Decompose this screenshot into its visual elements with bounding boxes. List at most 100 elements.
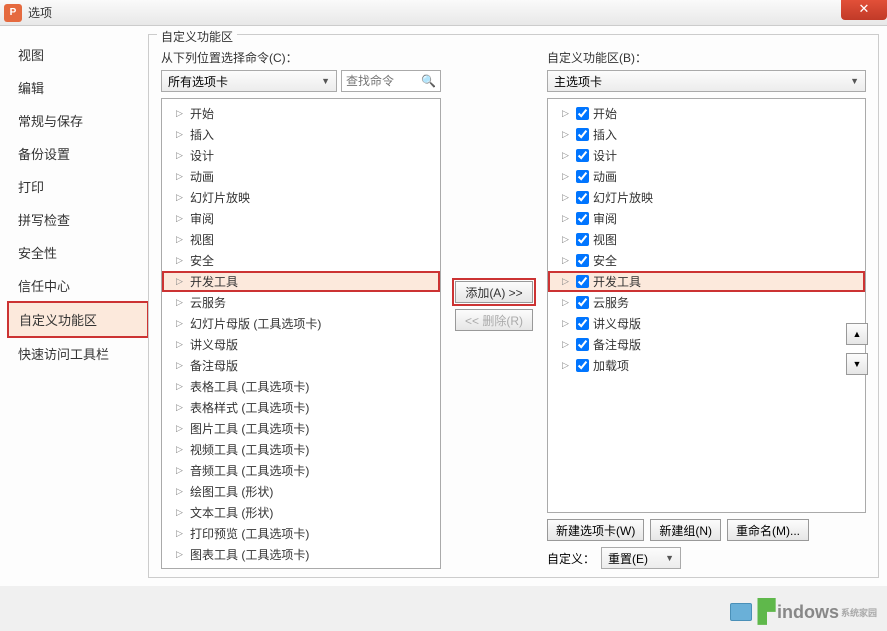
watermark: ▛ indows 系统家园 [730, 599, 877, 625]
tree-item-label: 开发工具 [190, 273, 238, 290]
search-box[interactable]: 🔍 [341, 70, 441, 92]
tree-item[interactable]: ▷动画 [162, 166, 440, 187]
sidebar-item[interactable]: 快速访问工具栏 [8, 337, 148, 370]
tree-checkbox[interactable] [576, 338, 589, 351]
add-button[interactable]: 添加(A) >> [455, 281, 533, 303]
expand-icon: ▷ [562, 339, 572, 350]
move-down-button[interactable]: ▼ [846, 353, 868, 375]
ribbon-tree[interactable]: ▷开始▷插入▷设计▷动画▷幻灯片放映▷审阅▷视图▷安全▷开发工具▷云服务▷讲义母… [547, 98, 866, 513]
tree-checkbox[interactable] [576, 212, 589, 225]
tree-item[interactable]: ▷视频工具 (工具选项卡) [162, 439, 440, 460]
tree-item[interactable]: ▷加载项 [548, 355, 865, 376]
tree-item[interactable]: ▷备注母版 [548, 334, 865, 355]
tree-item-label: 插入 [593, 126, 617, 143]
tree-item[interactable]: ▷备注母版 [162, 355, 440, 376]
tree-item[interactable]: ▷绘图工具 (形状) [162, 481, 440, 502]
tree-item[interactable]: ▷插入 [548, 124, 865, 145]
sidebar-item[interactable]: 备份设置 [8, 137, 148, 170]
expand-icon: ▷ [562, 276, 572, 287]
tree-item[interactable]: ▷开发工具 [162, 271, 440, 292]
tree-item[interactable]: ▷ 开发工具 [548, 271, 865, 292]
tree-item-label: 开发工具 [593, 273, 641, 290]
window-title: 选项 [28, 4, 52, 21]
sidebar-item[interactable]: 常规与保存 [8, 104, 148, 137]
sidebar-item[interactable]: 视图 [8, 38, 148, 71]
tree-item[interactable]: ▷表格工具 (工具选项卡) [162, 376, 440, 397]
tree-item-label: 设计 [593, 147, 617, 164]
tree-checkbox[interactable] [576, 191, 589, 204]
titlebar: P 选项 ✕ [0, 0, 887, 26]
dropdown-value: 主选项卡 [554, 73, 602, 90]
tree-item[interactable]: ▷音频工具 (工具选项卡) [162, 460, 440, 481]
tree-checkbox[interactable] [576, 128, 589, 141]
tree-item[interactable]: ▷幻灯片放映 [162, 187, 440, 208]
tree-item[interactable]: ▷幻灯片放映 [548, 187, 865, 208]
tree-item[interactable]: ▷文本工具 (形状) [162, 502, 440, 523]
sidebar-item[interactable]: 拼写检查 [8, 203, 148, 236]
expand-icon: ▷ [176, 213, 186, 224]
expand-icon: ▷ [562, 213, 572, 224]
new-tab-button[interactable]: 新建选项卡(W) [547, 519, 644, 541]
tree-checkbox[interactable] [576, 317, 589, 330]
tree-item[interactable]: ▷视图 [162, 229, 440, 250]
sidebar-item[interactable]: 编辑 [8, 71, 148, 104]
sidebar-item[interactable]: 信任中心 [8, 269, 148, 302]
tree-item[interactable]: ▷打印预览 (工具选项卡) [162, 523, 440, 544]
ribbon-target-dropdown[interactable]: 主选项卡 ▼ [547, 70, 866, 92]
reset-dropdown[interactable]: 重置(E) ▼ [601, 547, 681, 569]
sidebar-item[interactable]: 安全性 [8, 236, 148, 269]
app-icon: P [4, 4, 22, 22]
main-panel: 自定义功能区 从下列位置选择命令(C)： 所有选项卡 ▼ 🔍 ▷开始▷插入▷设计… [148, 34, 879, 578]
tree-item[interactable]: ▷审阅 [162, 208, 440, 229]
sidebar-item[interactable]: 打印 [8, 170, 148, 203]
tree-item[interactable]: ▷云服务 [162, 292, 440, 313]
tree-checkbox[interactable] [576, 296, 589, 309]
tree-item[interactable]: ▷加载项 [162, 565, 440, 569]
close-button[interactable]: ✕ [841, 0, 887, 20]
expand-icon: ▷ [176, 318, 186, 329]
tree-checkbox[interactable] [576, 107, 589, 120]
tree-checkbox[interactable] [576, 233, 589, 246]
tree-item[interactable]: ▷讲义母版 [162, 334, 440, 355]
tree-item-label: 幻灯片放映 [593, 189, 653, 206]
tree-item-label: 表格工具 (工具选项卡) [190, 378, 309, 395]
commands-source-dropdown[interactable]: 所有选项卡 ▼ [161, 70, 337, 92]
tree-checkbox[interactable] [576, 359, 589, 372]
move-up-button[interactable]: ▲ [846, 323, 868, 345]
search-input[interactable] [346, 74, 421, 88]
new-group-button[interactable]: 新建组(N) [650, 519, 721, 541]
dialog-body: 视图编辑常规与保存备份设置打印拼写检查安全性信任中心自定义功能区快速访问工具栏 … [0, 26, 887, 586]
tree-item[interactable]: ▷审阅 [548, 208, 865, 229]
tree-item[interactable]: ▷插入 [162, 124, 440, 145]
tree-item[interactable]: ▷视图 [548, 229, 865, 250]
tree-item[interactable]: ▷开始 [162, 103, 440, 124]
tree-checkbox[interactable] [576, 275, 589, 288]
tree-checkbox[interactable] [576, 170, 589, 183]
expand-icon: ▷ [176, 549, 186, 560]
tree-item-label: 音频工具 (工具选项卡) [190, 462, 309, 479]
tree-item[interactable]: ▷设计 [548, 145, 865, 166]
rename-button[interactable]: 重命名(M)... [727, 519, 809, 541]
tree-item[interactable]: ▷表格样式 (工具选项卡) [162, 397, 440, 418]
watermark-text: indows [777, 602, 839, 623]
tree-item[interactable]: ▷ 图表工具 (工具选项卡) [162, 544, 440, 565]
tree-item[interactable]: ▷开始 [548, 103, 865, 124]
tree-item[interactable]: ▷安全 [548, 250, 865, 271]
tree-item[interactable]: ▷云服务 [548, 292, 865, 313]
tree-item[interactable]: ▷动画 [548, 166, 865, 187]
tree-item-label: 图表工具 (工具选项卡) [190, 546, 309, 563]
commands-tree[interactable]: ▷开始▷插入▷设计▷动画▷幻灯片放映▷审阅▷视图▷安全▷开发工具▷云服务▷幻灯片… [161, 98, 441, 569]
tree-item[interactable]: ▷幻灯片母版 (工具选项卡) [162, 313, 440, 334]
tree-item[interactable]: ▷图片工具 (工具选项卡) [162, 418, 440, 439]
sidebar-item[interactable]: 自定义功能区 [8, 302, 148, 337]
mid-column: 添加(A) >> << 删除(R) [453, 43, 535, 569]
expand-icon: ▷ [176, 528, 186, 539]
tree-item[interactable]: ▷安全 [162, 250, 440, 271]
tree-checkbox[interactable] [576, 149, 589, 162]
expand-icon: ▷ [562, 255, 572, 266]
expand-icon: ▷ [176, 129, 186, 140]
tree-checkbox[interactable] [576, 254, 589, 267]
tree-item[interactable]: ▷设计 [162, 145, 440, 166]
tree-item-label: 加载项 [190, 567, 226, 569]
tree-item[interactable]: ▷讲义母版 [548, 313, 865, 334]
